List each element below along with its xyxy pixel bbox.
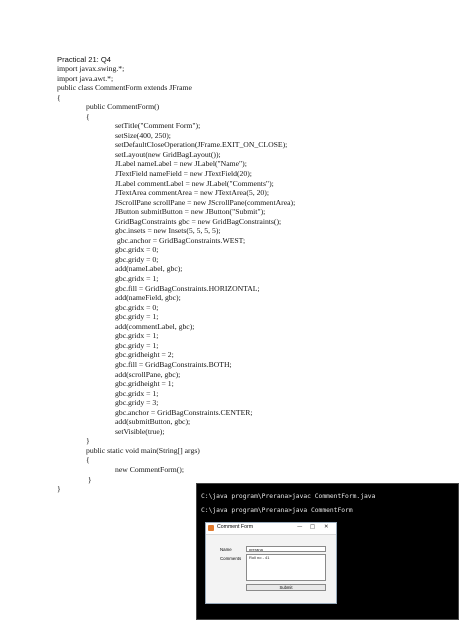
code-line: }: [86, 436, 90, 446]
code-line: gbc.gridheight = 2;: [115, 350, 174, 360]
code-line: setDefaultCloseOperation(JFrame.EXIT_ON_…: [115, 140, 288, 150]
comment-form-window: Comment Form — □ ✕ Name prerana Comments…: [205, 522, 337, 604]
code-line: public static void main(String[] args): [86, 445, 200, 455]
code-line: public CommentForm(): [86, 102, 160, 112]
code-line: add(scrollPane, gbc);: [115, 369, 181, 379]
code-line: add(nameLabel, gbc);: [115, 264, 183, 274]
code-line: {: [57, 92, 61, 102]
code-line: gbc.gridy = 3;: [115, 398, 159, 408]
code-line: add(submitButton, gbc);: [115, 417, 191, 427]
code-line: gbc.gridheight = 1;: [115, 379, 174, 389]
code-line: add(nameField, gbc);: [115, 293, 181, 303]
code-line: gbc.insets = new Insets(5, 5, 5, 5);: [115, 226, 221, 236]
run-command: C:\java program\Prerana>java CommentForm: [201, 507, 353, 514]
name-label: Name: [220, 547, 232, 552]
compile-command: C:\java program\Prerana>javac CommentFor…: [201, 493, 376, 500]
code-listing: import javax.swing.*; import java.awt.*; p…: [57, 64, 295, 494]
code-line: GridBagConstraints gbc = new GridBagCons…: [115, 216, 282, 226]
code-line: gbc.gridy = 1;: [115, 312, 159, 322]
comments-label: Comments: [220, 556, 242, 561]
code-line: JTextField nameField = new JTextField(20…: [115, 169, 252, 179]
code-line: setVisible(true);: [115, 426, 165, 436]
code-line: gbc.gridx = 1;: [115, 274, 159, 284]
code-line: add(commentLabel, gbc);: [115, 321, 195, 331]
code-line: JTextArea commentArea = new JTextArea(5,…: [115, 188, 269, 198]
code-line: gbc.gridy = 0;: [115, 254, 159, 264]
name-field[interactable]: prerana: [246, 546, 326, 552]
practical-heading: Practical 21: Q4: [57, 55, 112, 64]
window-titlebar[interactable]: Comment Form — □ ✕: [206, 523, 336, 535]
window-title: Comment Form: [217, 524, 254, 530]
terminal-screenshot: C:\java program\Prerana>javac CommentFor…: [196, 483, 459, 620]
comments-textarea[interactable]: Roll no - 41: [246, 554, 326, 581]
minimize-icon[interactable]: —: [297, 524, 302, 530]
code-line: JScrollPane scrollPane = new JScrollPane…: [115, 197, 296, 207]
java-app-icon: [208, 525, 214, 531]
code-line: new CommentForm();: [115, 464, 184, 474]
document-page: Practical 21: Q4 import javax.swing.*; im…: [0, 0, 474, 632]
code-line: gbc.fill = GridBagConstraints.HORIZONTAL…: [115, 283, 260, 293]
submit-button[interactable]: Submit: [246, 584, 326, 591]
maximize-icon[interactable]: □: [310, 524, 315, 530]
code-line: setLayout(new GridBagLayout());: [115, 149, 221, 159]
code-line: gbc.fill = GridBagConstraints.BOTH;: [115, 359, 232, 369]
code-line: setTitle("Comment Form");: [115, 121, 201, 131]
code-line: setSize(400, 250);: [115, 130, 171, 140]
close-icon[interactable]: ✕: [324, 524, 329, 530]
code-line: JButton submitButton = new JButton("Subm…: [115, 207, 266, 217]
code-line: import javax.swing.*;: [57, 64, 125, 73]
code-line: {: [86, 455, 90, 465]
code-line: gbc.gridx = 0;: [115, 302, 159, 312]
code-line: public class CommentForm extends JFrame: [57, 83, 192, 93]
code-line: gbc.gridx = 0;: [115, 245, 159, 255]
code-line: JLabel nameLabel = new JLabel("Name");: [115, 159, 247, 169]
code-line: gbc.anchor = GridBagConstraints.WEST;: [115, 235, 246, 245]
code-line: gbc.gridx = 1;: [115, 331, 159, 341]
code-line: gbc.gridy = 1;: [115, 340, 159, 350]
code-line: gbc.anchor = GridBagConstraints.CENTER;: [115, 407, 253, 417]
code-line: import java.awt.*;: [57, 73, 114, 83]
code-line: gbc.gridx = 1;: [115, 388, 159, 398]
code-line: JLabel commentLabel = new JLabel("Commen…: [115, 178, 274, 188]
code-line: {: [86, 111, 90, 121]
